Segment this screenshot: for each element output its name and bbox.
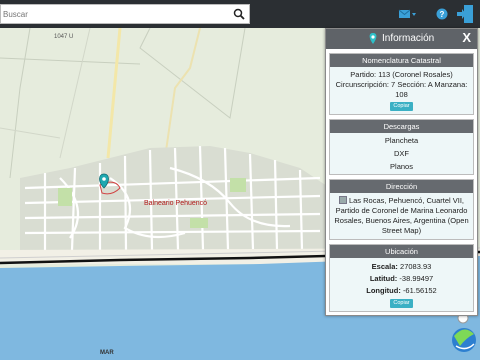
osm-icon	[338, 196, 347, 204]
direccion-header: Dirección	[330, 180, 473, 193]
logo-icon	[452, 328, 476, 352]
direccion-text: Las Rocas, Pehuencó, Cuartel VII, Partid…	[334, 196, 469, 235]
download-dxf-link[interactable]: DXF	[333, 147, 470, 160]
info-panel-header: Información X	[326, 29, 477, 49]
download-planos-link[interactable]: Planos	[333, 160, 470, 173]
latitud-label: Latitud:	[369, 274, 398, 283]
info-panel: Información X Nomenclatura Catastral Par…	[325, 28, 478, 316]
road-label: 1047 U	[54, 34, 74, 40]
descargas-header: Descargas	[330, 120, 473, 133]
close-icon[interactable]: X	[462, 30, 471, 45]
ubicacion-header: Ubicación	[330, 245, 473, 258]
svg-text:?: ?	[440, 10, 445, 19]
sea-label: MAR	[100, 350, 114, 356]
info-panel-title: Información	[382, 33, 435, 44]
escala-label: Escala:	[371, 262, 398, 271]
help-icon[interactable]: ?	[436, 7, 448, 21]
top-bar: ?	[0, 0, 480, 28]
search-icon[interactable]	[233, 8, 245, 20]
login-icon[interactable]	[456, 4, 474, 24]
copy-nomenclatura-button[interactable]: Copiar	[390, 102, 413, 111]
copy-ubicacion-button[interactable]: Copiar	[390, 299, 413, 308]
ubicacion-section: Ubicación Escala: 27083.93 Latitud: -38.…	[329, 244, 474, 312]
search-input[interactable]	[1, 5, 231, 23]
nomenclatura-section: Nomenclatura Catastral Partido: 113 (Cor…	[329, 53, 474, 115]
map-pin-icon	[369, 33, 377, 44]
direccion-section: Dirección Las Rocas, Pehuencó, Cuartel V…	[329, 179, 474, 240]
longitud-value: -61.56152	[402, 286, 437, 295]
search-box	[0, 4, 250, 24]
descargas-section: Descargas Plancheta DXF Planos	[329, 119, 474, 175]
nomenclatura-header: Nomenclatura Catastral	[330, 54, 473, 67]
download-plancheta-link[interactable]: Plancheta	[333, 134, 470, 147]
latitud-value: -38.99497	[399, 274, 434, 283]
nomenclatura-line1: Partido: 113 (Coronel Rosales)	[350, 70, 453, 79]
escala-value: 27083.93	[400, 262, 432, 271]
town-label: Balneario Pehuencó	[144, 200, 208, 207]
longitud-label: Longitud:	[366, 286, 401, 295]
nomenclatura-line2: Circunscripción: 7 Sección: A Manzana: 1…	[335, 80, 468, 99]
mail-icon[interactable]	[398, 7, 418, 21]
